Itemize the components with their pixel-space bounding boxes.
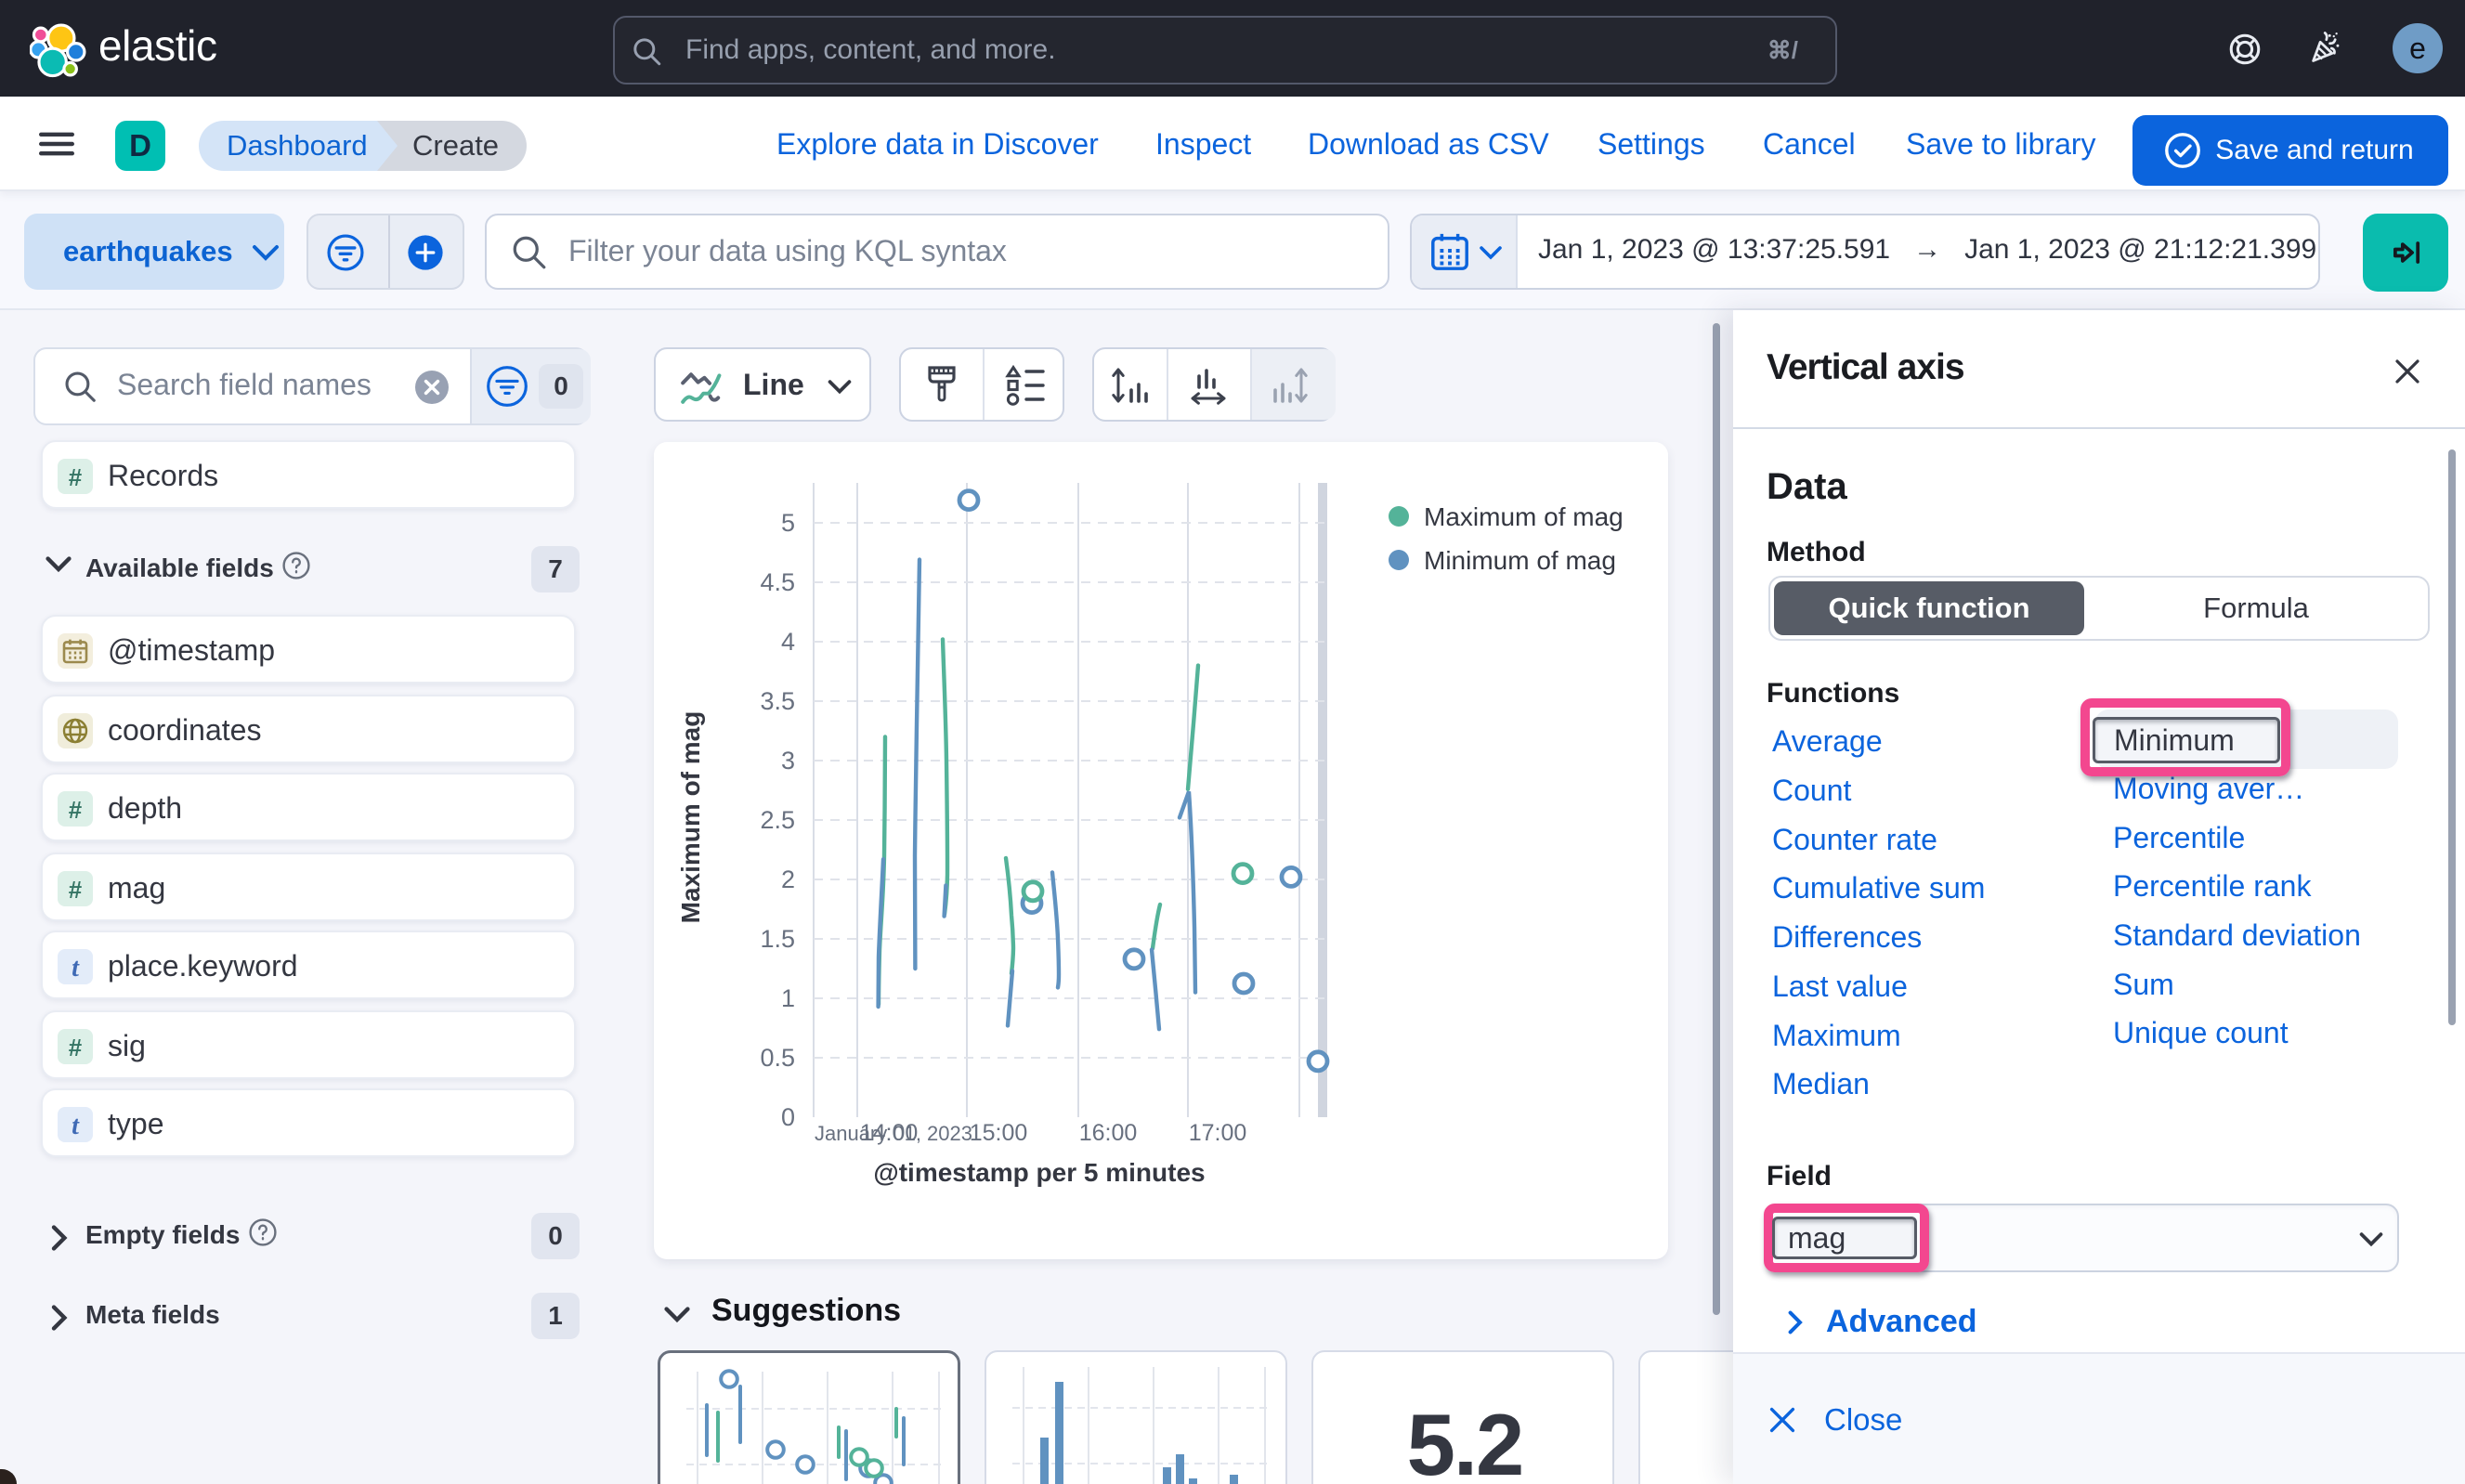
- svg-text:0: 0: [781, 1103, 795, 1131]
- svg-text:16:00: 16:00: [1079, 1120, 1138, 1146]
- svg-text:1.5: 1.5: [760, 925, 795, 953]
- svg-text:15:00: 15:00: [970, 1120, 1028, 1146]
- svg-text:2.5: 2.5: [760, 806, 795, 834]
- svg-text:@timestamp per 5 minutes: @timestamp per 5 minutes: [873, 1158, 1205, 1187]
- svg-text:0.5: 0.5: [760, 1044, 795, 1072]
- svg-text:Minimum of mag: Minimum of mag: [1424, 546, 1616, 575]
- svg-text:3.5: 3.5: [760, 687, 795, 715]
- svg-text:2: 2: [781, 866, 795, 893]
- svg-text:5: 5: [781, 509, 795, 537]
- svg-text:Maximum of mag: Maximum of mag: [1424, 502, 1624, 531]
- svg-text:3: 3: [781, 747, 795, 775]
- svg-text:17:00: 17:00: [1189, 1120, 1247, 1146]
- svg-text:Maximum of mag: Maximum of mag: [676, 711, 705, 924]
- svg-text:4: 4: [781, 628, 795, 656]
- svg-text:4.5: 4.5: [760, 568, 795, 596]
- svg-text:1: 1: [781, 984, 795, 1012]
- svg-text:14:00: 14:00: [860, 1120, 919, 1146]
